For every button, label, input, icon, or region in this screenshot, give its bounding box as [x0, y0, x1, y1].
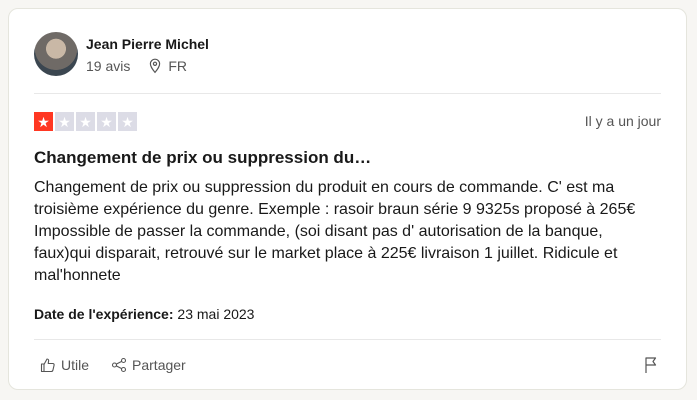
author-country: FR: [168, 58, 188, 74]
experience-date-value: 23 mai 2023: [177, 306, 255, 322]
review-actions: Utile Partager: [40, 357, 208, 373]
experience-label: Date de l'expérience:: [34, 306, 174, 322]
review-card: Jean Pierre Michel 19 avis FR ★ ★ ★ ★ ★ Il y…: [8, 8, 687, 390]
star-empty-icon: ★: [76, 112, 95, 131]
useful-label: Utile: [61, 357, 90, 373]
star-empty-icon: ★: [118, 112, 137, 131]
review-text: Changement de prix ou suppression du pro…: [34, 179, 636, 284]
review-title[interactable]: Changement de prix ou suppression du…: [34, 148, 371, 168]
flag-icon[interactable]: [644, 356, 658, 374]
share-button[interactable]: Partager: [111, 357, 186, 373]
experience-date: Date de l'expérience: 23 mai 2023: [34, 306, 254, 322]
review-count: 19 avis: [86, 58, 131, 74]
star-empty-icon: ★: [55, 112, 74, 131]
star-empty-icon: ★: [97, 112, 116, 131]
review-date: Il y a un jour: [584, 113, 661, 129]
author-meta: 19 avis FR: [86, 58, 187, 74]
star-filled-icon: ★: [34, 112, 53, 131]
share-label: Partager: [132, 357, 186, 373]
avatar[interactable]: [34, 32, 78, 76]
pin-icon: [150, 58, 161, 74]
share-icon: [111, 357, 127, 373]
star-rating: ★ ★ ★ ★ ★: [34, 112, 137, 131]
thumbs-up-icon: [40, 358, 55, 373]
useful-button[interactable]: Utile: [40, 357, 89, 373]
divider: [34, 339, 661, 340]
author-name[interactable]: Jean Pierre Michel: [86, 36, 209, 52]
divider: [34, 93, 661, 94]
